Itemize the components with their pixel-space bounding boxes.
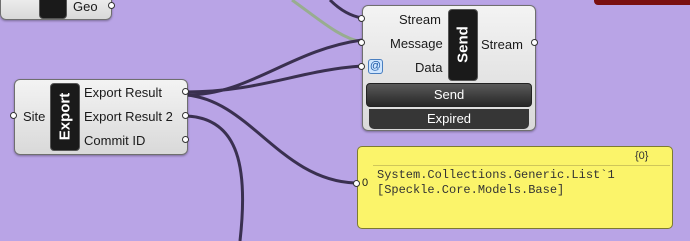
send-output-grip-stream[interactable] bbox=[531, 39, 538, 46]
panel-input-grip[interactable] bbox=[353, 180, 360, 187]
export-output-commit-id: Commit ID bbox=[84, 133, 146, 148]
geo-output-label: Geo bbox=[73, 0, 98, 14]
export-output-grip-2[interactable] bbox=[182, 112, 189, 119]
send-component-core: Send bbox=[448, 9, 478, 81]
panel-line-2: [Speckle.Core.Models.Base] bbox=[377, 183, 565, 197]
data-access-icon: @ bbox=[368, 59, 383, 74]
send-component[interactable]: Stream Message @ Data Send Stream Send E… bbox=[362, 5, 536, 131]
export-title: Export bbox=[56, 92, 74, 141]
export-output-grip-1[interactable] bbox=[182, 88, 189, 95]
panel-item-index: 0 bbox=[362, 177, 369, 189]
send-input-data: Data bbox=[415, 60, 443, 75]
panel-line-1: System.Collections.Generic.List`1 bbox=[377, 168, 615, 182]
export-output-grip-3[interactable] bbox=[182, 136, 189, 143]
export-output-export-result: Export Result bbox=[84, 85, 163, 100]
wire-top-dark bbox=[328, 0, 363, 20]
export-input-site: Site bbox=[23, 109, 46, 124]
data-panel[interactable]: {0} 0 System.Collections.Generic.List`1 … bbox=[357, 146, 673, 229]
send-input-stream: Stream bbox=[399, 12, 441, 27]
geo-component-core bbox=[39, 0, 67, 19]
wire-export2-down bbox=[185, 114, 245, 241]
send-input-grip-message[interactable] bbox=[358, 39, 365, 46]
wire-export-to-panel bbox=[185, 93, 356, 185]
panel-path-tag: {0} bbox=[635, 150, 649, 162]
send-output-stream: Stream bbox=[481, 37, 523, 52]
export-input-grip[interactable] bbox=[10, 112, 17, 119]
send-title: Send bbox=[454, 26, 472, 63]
export-component-core: Export bbox=[50, 83, 80, 151]
wire-top-light bbox=[291, 0, 363, 44]
red-status-bar bbox=[594, 0, 690, 5]
send-input-grip-data[interactable] bbox=[358, 63, 365, 70]
export-output-export-result-2: Export Result 2 bbox=[84, 109, 173, 124]
status-badge: Expired bbox=[369, 109, 529, 129]
geo-output-grip[interactable] bbox=[108, 2, 115, 9]
geo-component[interactable]: Geo bbox=[0, 0, 112, 20]
send-button[interactable]: Send bbox=[366, 83, 532, 107]
send-input-grip-stream[interactable] bbox=[358, 15, 365, 22]
send-input-message: Message bbox=[390, 36, 443, 51]
export-component[interactable]: Site Export Export Result Export Result … bbox=[14, 79, 188, 155]
